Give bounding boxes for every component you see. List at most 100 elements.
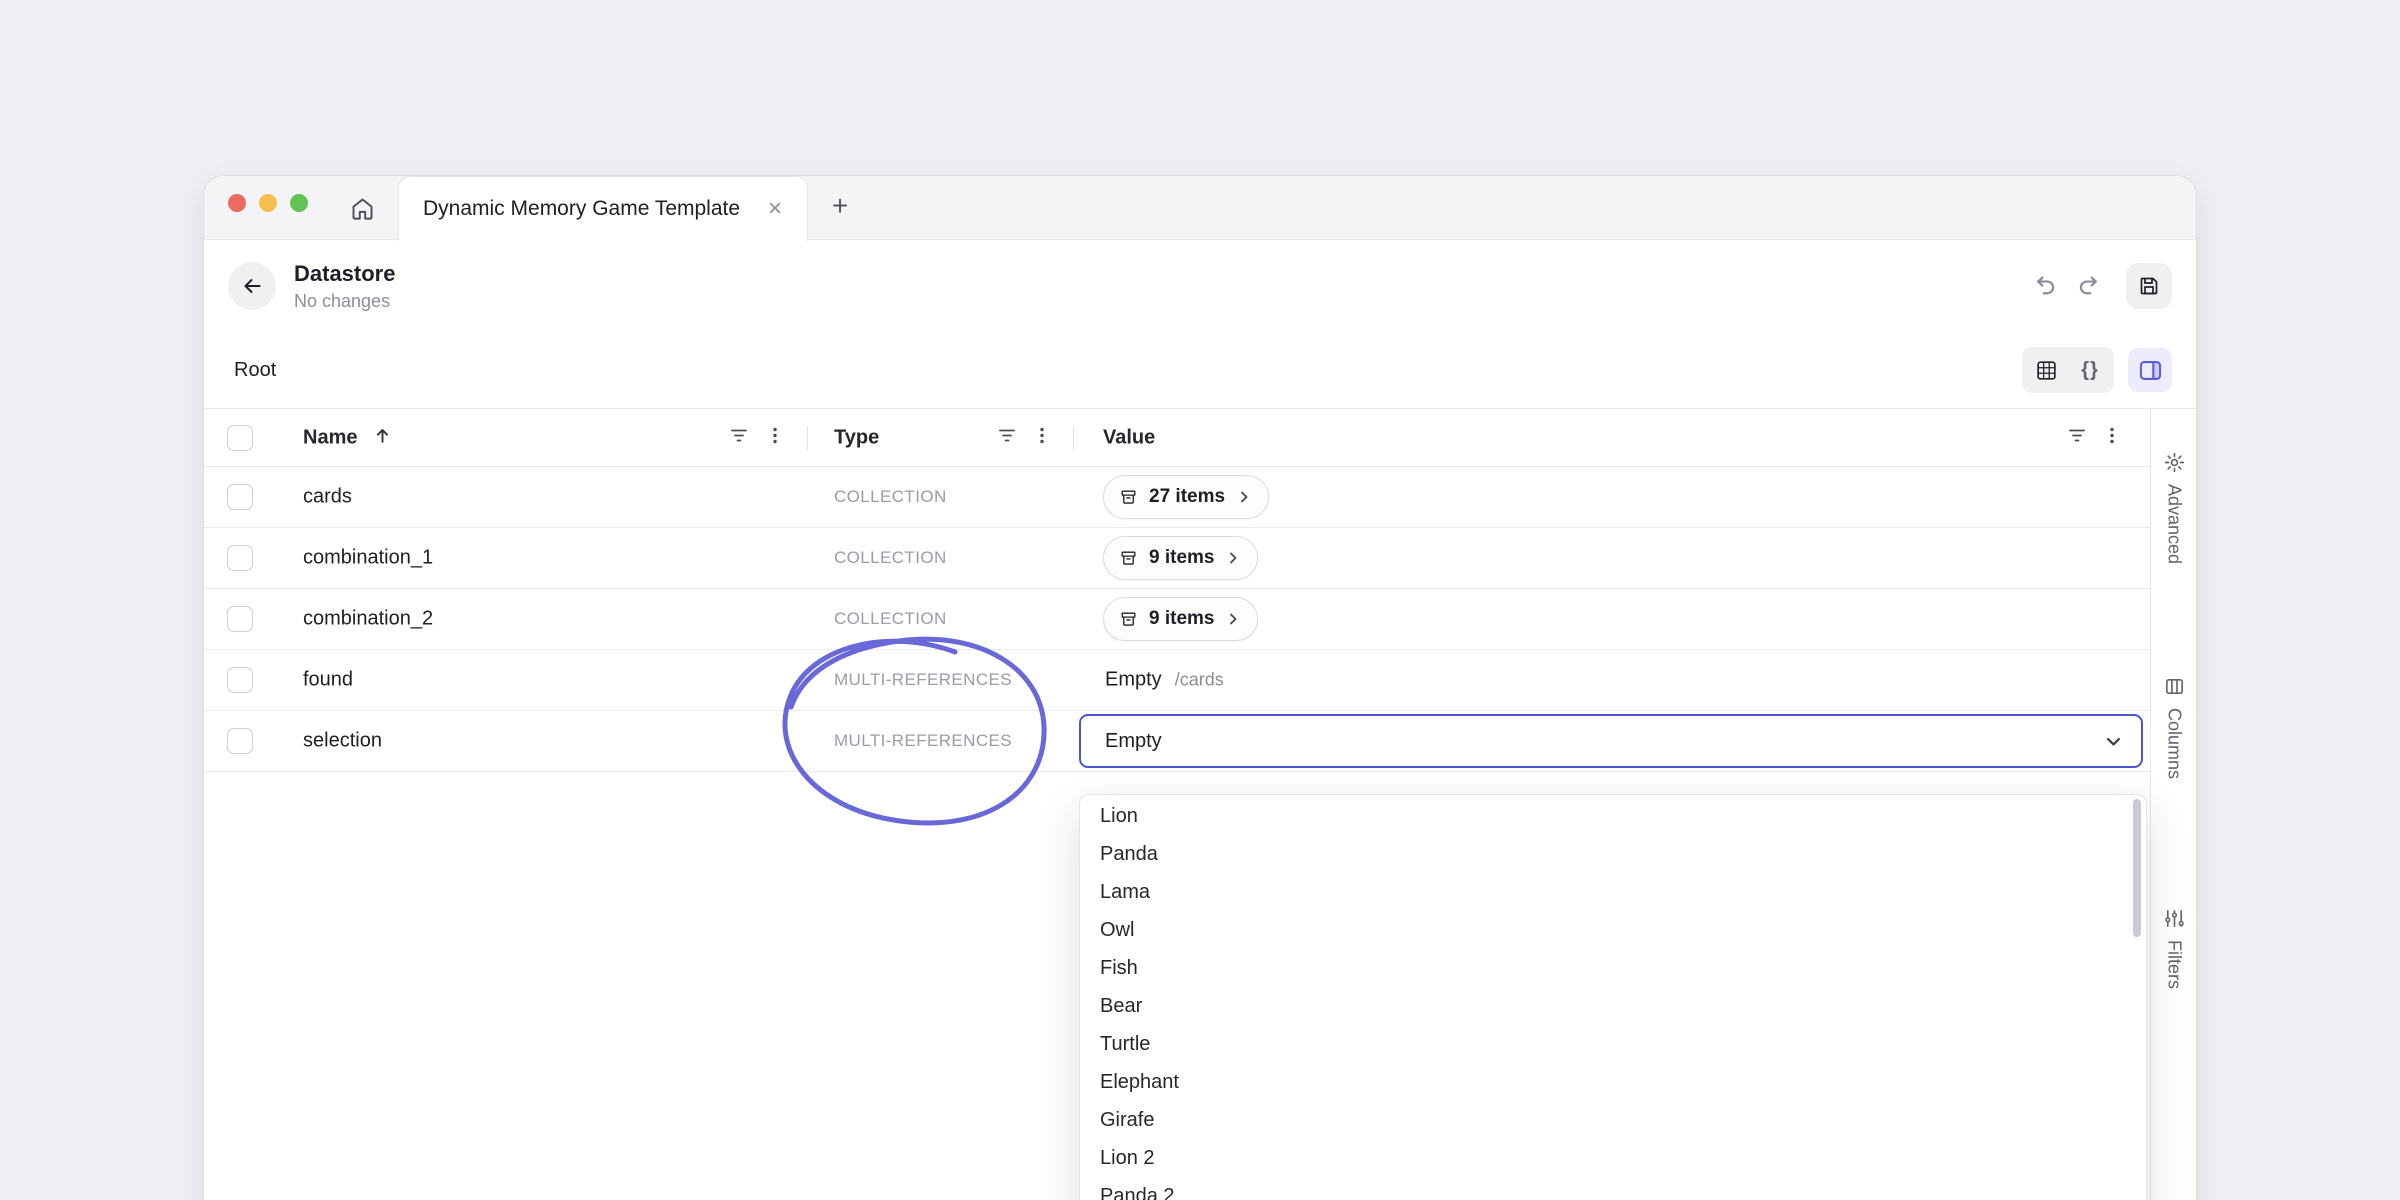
select-all-checkbox[interactable]: [227, 425, 253, 451]
new-tab-button[interactable]: +: [826, 190, 854, 226]
page-subtitle: No changes: [294, 291, 395, 312]
table-view-button[interactable]: [2025, 350, 2067, 390]
table-row[interactable]: combination_1 COLLECTION 9 items: [204, 528, 2150, 589]
right-sidebar: Advanced Columns Filters: [2150, 409, 2196, 1200]
dropdown-option[interactable]: Turtle: [1080, 1025, 2146, 1063]
column-header-type[interactable]: Type: [834, 426, 879, 449]
dropdown-option[interactable]: Lion 2: [1080, 1139, 2146, 1177]
json-view-button[interactable]: {}: [2069, 350, 2111, 390]
archive-box-icon: [1119, 488, 1138, 507]
value-path: /cards: [1175, 670, 1224, 691]
app-window: Dynamic Memory Game Template × + Datasto…: [204, 176, 2196, 1200]
arrow-left-icon: [239, 273, 265, 299]
column-header-name[interactable]: Name: [303, 426, 357, 449]
page-header: Datastore No changes: [204, 240, 2196, 332]
table-row[interactable]: selection MULTI-REFERENCES Empty: [204, 711, 2150, 772]
column-header-value[interactable]: Value: [1103, 426, 1155, 449]
value-menu-icon[interactable]: [2101, 424, 2123, 451]
dropdown-option[interactable]: Owl: [1080, 911, 2146, 949]
redo-button[interactable]: [2070, 266, 2110, 306]
name-menu-icon[interactable]: [764, 424, 786, 451]
name-filter-icon[interactable]: [728, 424, 750, 451]
dropdown-option[interactable]: Panda: [1080, 835, 2146, 873]
row-checkbox[interactable]: [227, 728, 253, 754]
dropdown-option[interactable]: Bear: [1080, 987, 2146, 1025]
redo-icon: [2076, 272, 2104, 300]
row-type: MULTI-REFERENCES: [834, 670, 1012, 690]
breadcrumb-bar: Root {}: [204, 332, 2196, 409]
page-title: Datastore: [294, 261, 395, 287]
collection-pill-button[interactable]: 27 items: [1103, 475, 1269, 519]
home-button[interactable]: [348, 194, 376, 222]
row-checkbox[interactable]: [227, 667, 253, 693]
dropdown-option[interactable]: Girafe: [1080, 1101, 2146, 1139]
dropdown-option[interactable]: Lion: [1080, 797, 2146, 835]
row-checkbox[interactable]: [227, 606, 253, 632]
type-filter-icon[interactable]: [996, 424, 1018, 451]
sidebar-item-advanced[interactable]: Advanced: [2151, 451, 2196, 564]
dropdown-option[interactable]: Elephant: [1080, 1063, 2146, 1101]
save-icon: [2137, 274, 2161, 298]
collection-pill-button[interactable]: 9 items: [1103, 536, 1258, 580]
value-label: 27 items: [1149, 486, 1225, 508]
archive-box-icon: [1119, 610, 1138, 629]
gear-icon: [2163, 451, 2186, 474]
sidebar-item-columns[interactable]: Columns: [2151, 675, 2196, 779]
filters-icon: [2163, 907, 2186, 930]
row-type: COLLECTION: [834, 548, 947, 568]
chevron-right-icon: [1225, 550, 1241, 566]
row-name: found: [303, 669, 353, 692]
reference-value[interactable]: Empty /cards: [1105, 669, 1224, 692]
column-divider: [807, 426, 808, 450]
tab-close-icon[interactable]: ×: [761, 195, 789, 223]
table-row[interactable]: found MULTI-REFERENCES Empty /cards: [204, 650, 2150, 711]
tab-active[interactable]: Dynamic Memory Game Template ×: [398, 176, 808, 241]
table-grid-icon: [2034, 358, 2059, 383]
value-label: Empty: [1105, 730, 1162, 753]
value-filter-icon[interactable]: [2066, 424, 2088, 451]
row-name: cards: [303, 486, 352, 509]
undo-icon: [2030, 272, 2058, 300]
dropdown-scrollbar[interactable]: [2133, 799, 2141, 937]
braces-icon: {}: [2081, 359, 2099, 382]
home-icon: [349, 195, 376, 222]
close-window-button[interactable]: [228, 194, 246, 212]
value-select[interactable]: Empty: [1079, 714, 2143, 768]
row-value: 9 items: [1079, 597, 2147, 641]
undo-button[interactable]: [2024, 266, 2064, 306]
value-dropdown: LionPandaLamaOwlFishBearTurtleElephantGi…: [1079, 794, 2147, 1200]
minimize-window-button[interactable]: [259, 194, 277, 212]
title-block: Datastore No changes: [294, 261, 395, 312]
sidebar-label: Advanced: [2164, 484, 2185, 564]
dropdown-option[interactable]: Fish: [1080, 949, 2146, 987]
save-button[interactable]: [2126, 263, 2172, 309]
window-controls: [228, 194, 308, 212]
columns-icon: [2163, 675, 2186, 698]
type-menu-icon[interactable]: [1031, 424, 1053, 451]
sidebar-label: Filters: [2164, 940, 2185, 989]
dropdown-option[interactable]: Panda 2: [1080, 1177, 2146, 1200]
row-value: 27 items: [1079, 475, 2147, 519]
sort-ascending-icon[interactable]: [372, 425, 393, 451]
value-label: 9 items: [1149, 608, 1214, 630]
row-type: COLLECTION: [834, 487, 947, 507]
dropdown-list: LionPandaLamaOwlFishBearTurtleElephantGi…: [1080, 797, 2146, 1200]
table-header-row: Name Type Value: [204, 409, 2150, 467]
side-panel-icon: [2137, 357, 2164, 384]
table-body: cards COLLECTION 27 items combination_1 …: [204, 467, 2150, 772]
back-button[interactable]: [228, 262, 276, 310]
side-panel-toggle-button[interactable]: [2128, 348, 2172, 392]
breadcrumb[interactable]: Root: [234, 359, 276, 382]
chevron-right-icon: [1236, 489, 1252, 505]
collection-pill-button[interactable]: 9 items: [1103, 597, 1258, 641]
chevron-down-icon: [2104, 732, 2123, 751]
row-type: MULTI-REFERENCES: [834, 731, 1012, 751]
row-name: combination_1: [303, 547, 433, 570]
sidebar-item-filters[interactable]: Filters: [2151, 907, 2196, 989]
dropdown-option[interactable]: Lama: [1080, 873, 2146, 911]
table-row[interactable]: cards COLLECTION 27 items: [204, 467, 2150, 528]
row-checkbox[interactable]: [227, 484, 253, 510]
maximize-window-button[interactable]: [290, 194, 308, 212]
row-checkbox[interactable]: [227, 545, 253, 571]
table-row[interactable]: combination_2 COLLECTION 9 items: [204, 589, 2150, 650]
